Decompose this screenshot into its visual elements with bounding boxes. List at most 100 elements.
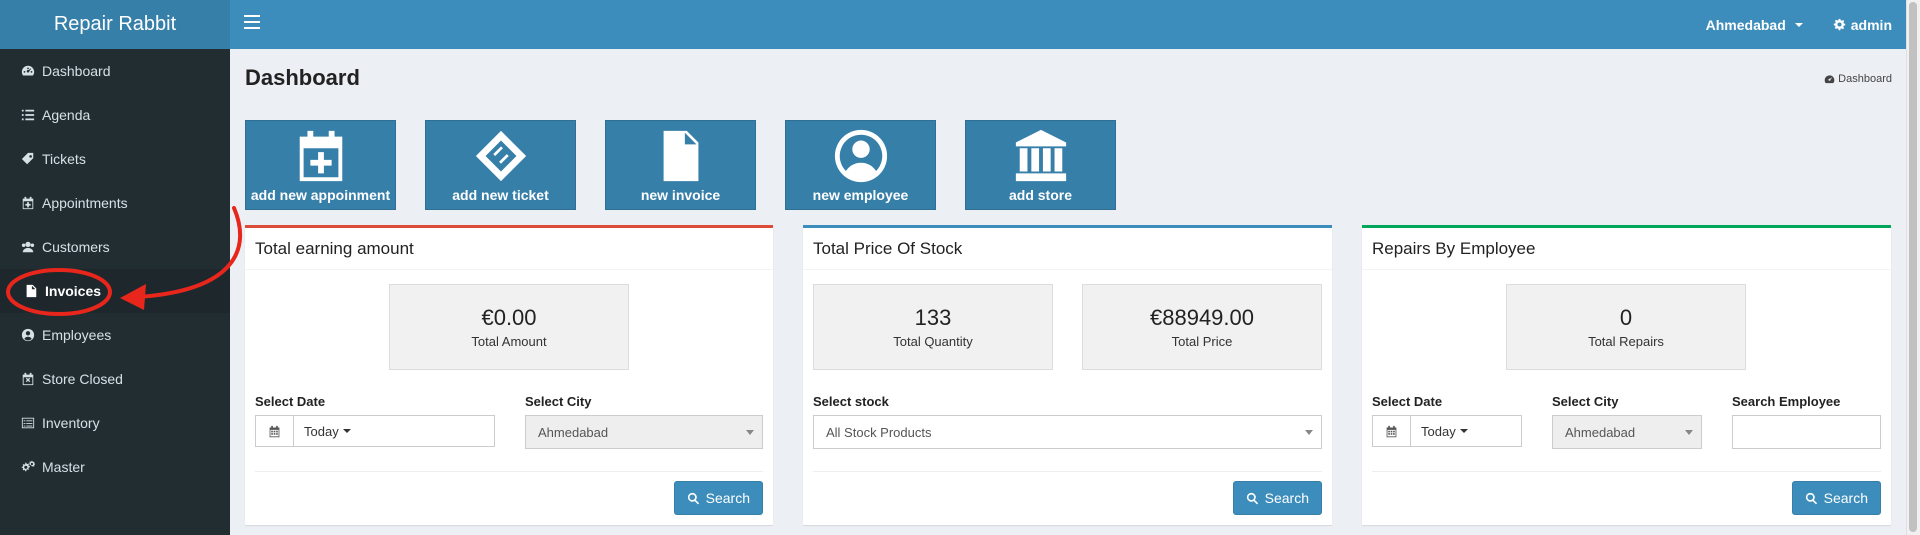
quick-action-label: new employee: [812, 187, 909, 203]
sidebar-item-label: Customers: [42, 239, 110, 255]
select-date-label: Select Date: [255, 394, 326, 409]
tag-icon: [18, 152, 38, 166]
sidebar-item-label: Employees: [42, 327, 112, 343]
file-icon: [21, 284, 41, 298]
stock-panel: Total Price Of Stock 133 Total Quantity …: [803, 225, 1332, 525]
page-scrollbar[interactable]: [1906, 0, 1920, 535]
date-range-value: Today: [1421, 423, 1456, 439]
date-range-value: Today: [304, 423, 339, 439]
city-select[interactable]: Ahmedabad: [1552, 415, 1702, 449]
cogs-icon: [18, 460, 38, 474]
gear-icon: [1833, 18, 1845, 31]
select-stock-label: Select stock: [813, 394, 889, 409]
add-ticket-button[interactable]: add new ticket: [425, 120, 576, 210]
sidebar-toggle-icon[interactable]: [244, 15, 260, 31]
user-menu-label: admin: [1850, 16, 1892, 33]
sidebar-item-dashboard[interactable]: Dashboard: [0, 49, 230, 93]
top-navbar: Ahmedabad admin: [230, 0, 1906, 49]
sidebar: Repair Rabbit Dashboard Agenda Tickets A…: [0, 0, 230, 535]
city-dropdown[interactable]: Ahmedabad: [1706, 17, 1803, 33]
stock-select[interactable]: All Stock Products: [813, 415, 1322, 449]
repairs-panel-title: Repairs By Employee: [1362, 228, 1891, 270]
dashboard-icon: [18, 64, 38, 78]
repairs-search-button[interactable]: Search: [1791, 481, 1881, 515]
quick-action-label: new invoice: [640, 187, 721, 203]
calendar-icon: [1373, 416, 1411, 446]
sidebar-item-label: Store Closed: [42, 371, 123, 387]
sidebar-item-invoices[interactable]: Invoices: [0, 269, 230, 313]
select-city-label: Select City: [525, 394, 592, 409]
date-range-picker[interactable]: Today: [1372, 415, 1522, 447]
panel-divider: [1372, 471, 1881, 472]
sidebar-item-inventory[interactable]: Inventory: [0, 401, 230, 445]
select-date-label: Select Date: [1372, 394, 1443, 409]
date-range-picker[interactable]: Today: [255, 415, 495, 447]
total-price-label: Total Price: [1171, 334, 1233, 349]
total-repairs-value: 0: [1619, 305, 1633, 330]
total-quantity-label: Total Quantity: [893, 334, 973, 349]
sidebar-item-agenda[interactable]: Agenda: [0, 93, 230, 137]
sidebar-item-customers[interactable]: Customers: [0, 225, 230, 269]
breadcrumb[interactable]: Dashboard: [1824, 73, 1892, 85]
bank-icon: [1015, 129, 1066, 182]
sidebar-item-store-closed[interactable]: Store Closed: [0, 357, 230, 401]
sidebar-menu: Dashboard Agenda Tickets Appointments Cu…: [0, 49, 230, 489]
total-repairs-stat: 0 Total Repairs: [1506, 284, 1746, 370]
users-icon: [18, 240, 38, 254]
user-icon: [834, 129, 887, 183]
sidebar-item-appointments[interactable]: Appointments: [0, 181, 230, 225]
sidebar-item-master[interactable]: Master: [0, 445, 230, 489]
panel-divider: [255, 471, 763, 472]
add-appointment-button[interactable]: add new appoinment: [245, 120, 396, 210]
list-alt-icon: [18, 416, 38, 430]
stock-select-value: All Stock Products: [826, 424, 932, 440]
search-icon: [1805, 492, 1817, 504]
total-quantity-value: 133: [914, 305, 952, 330]
city-select-value: Ahmedabad: [1565, 424, 1636, 440]
scrollbar-thumb[interactable]: [1909, 2, 1917, 532]
sidebar-item-label: Agenda: [42, 107, 91, 123]
earning-search-button[interactable]: Search: [673, 481, 763, 515]
earning-panel-title: Total earning amount: [245, 228, 773, 270]
sidebar-item-tickets[interactable]: Tickets: [0, 137, 230, 181]
sidebar-item-label: Dashboard: [42, 63, 111, 79]
total-price-stat: €88949.00 Total Price: [1082, 284, 1322, 370]
chevron-down-icon: [1305, 430, 1313, 435]
main-content: Dashboard Dashboard add new appoinment a…: [230, 49, 1906, 535]
quick-action-label: add new appoinment: [250, 187, 391, 203]
sidebar-item-label: Tickets: [42, 151, 86, 167]
date-range-button[interactable]: Today: [1411, 416, 1521, 446]
caret-down-icon: [342, 429, 351, 433]
document-icon: [663, 130, 698, 182]
app-logo[interactable]: Repair Rabbit: [0, 0, 230, 49]
new-invoice-button[interactable]: new invoice: [605, 120, 756, 210]
sidebar-item-label: Appointments: [42, 195, 128, 211]
earning-panel: Total earning amount €0.00 Total Amount …: [245, 225, 773, 525]
search-employee-input[interactable]: [1732, 415, 1881, 449]
chevron-down-icon: [746, 430, 754, 435]
total-quantity-stat: 133 Total Quantity: [813, 284, 1053, 370]
city-select[interactable]: Ahmedabad: [525, 415, 763, 449]
sidebar-item-employees[interactable]: Employees: [0, 313, 230, 357]
user-menu[interactable]: admin: [1833, 17, 1892, 33]
search-button-label: Search: [705, 490, 750, 506]
quick-action-label: add store: [1008, 187, 1072, 203]
new-employee-button[interactable]: new employee: [785, 120, 936, 210]
calendar-x-icon: [18, 372, 38, 386]
stock-panel-title: Total Price Of Stock: [803, 228, 1332, 270]
navbar-right: Ahmedabad admin: [1706, 0, 1892, 49]
page-title: Dashboard: [245, 65, 360, 90]
sidebar-item-label: Invoices: [45, 283, 102, 299]
date-range-button[interactable]: Today: [294, 416, 494, 446]
quick-action-label: add new ticket: [452, 187, 549, 203]
city-dropdown-label: Ahmedabad: [1705, 16, 1786, 33]
add-store-button[interactable]: add store: [965, 120, 1116, 210]
ticket-icon: [475, 130, 526, 182]
repairs-panel: Repairs By Employee 0 Total Repairs Sele…: [1362, 225, 1891, 525]
city-select-value: Ahmedabad: [538, 424, 609, 440]
user-circle-icon: [18, 328, 38, 342]
caret-down-icon: [1459, 429, 1468, 433]
stock-search-button[interactable]: Search: [1232, 481, 1322, 515]
select-city-label: Select City: [1552, 394, 1619, 409]
search-button-label: Search: [1823, 490, 1868, 506]
